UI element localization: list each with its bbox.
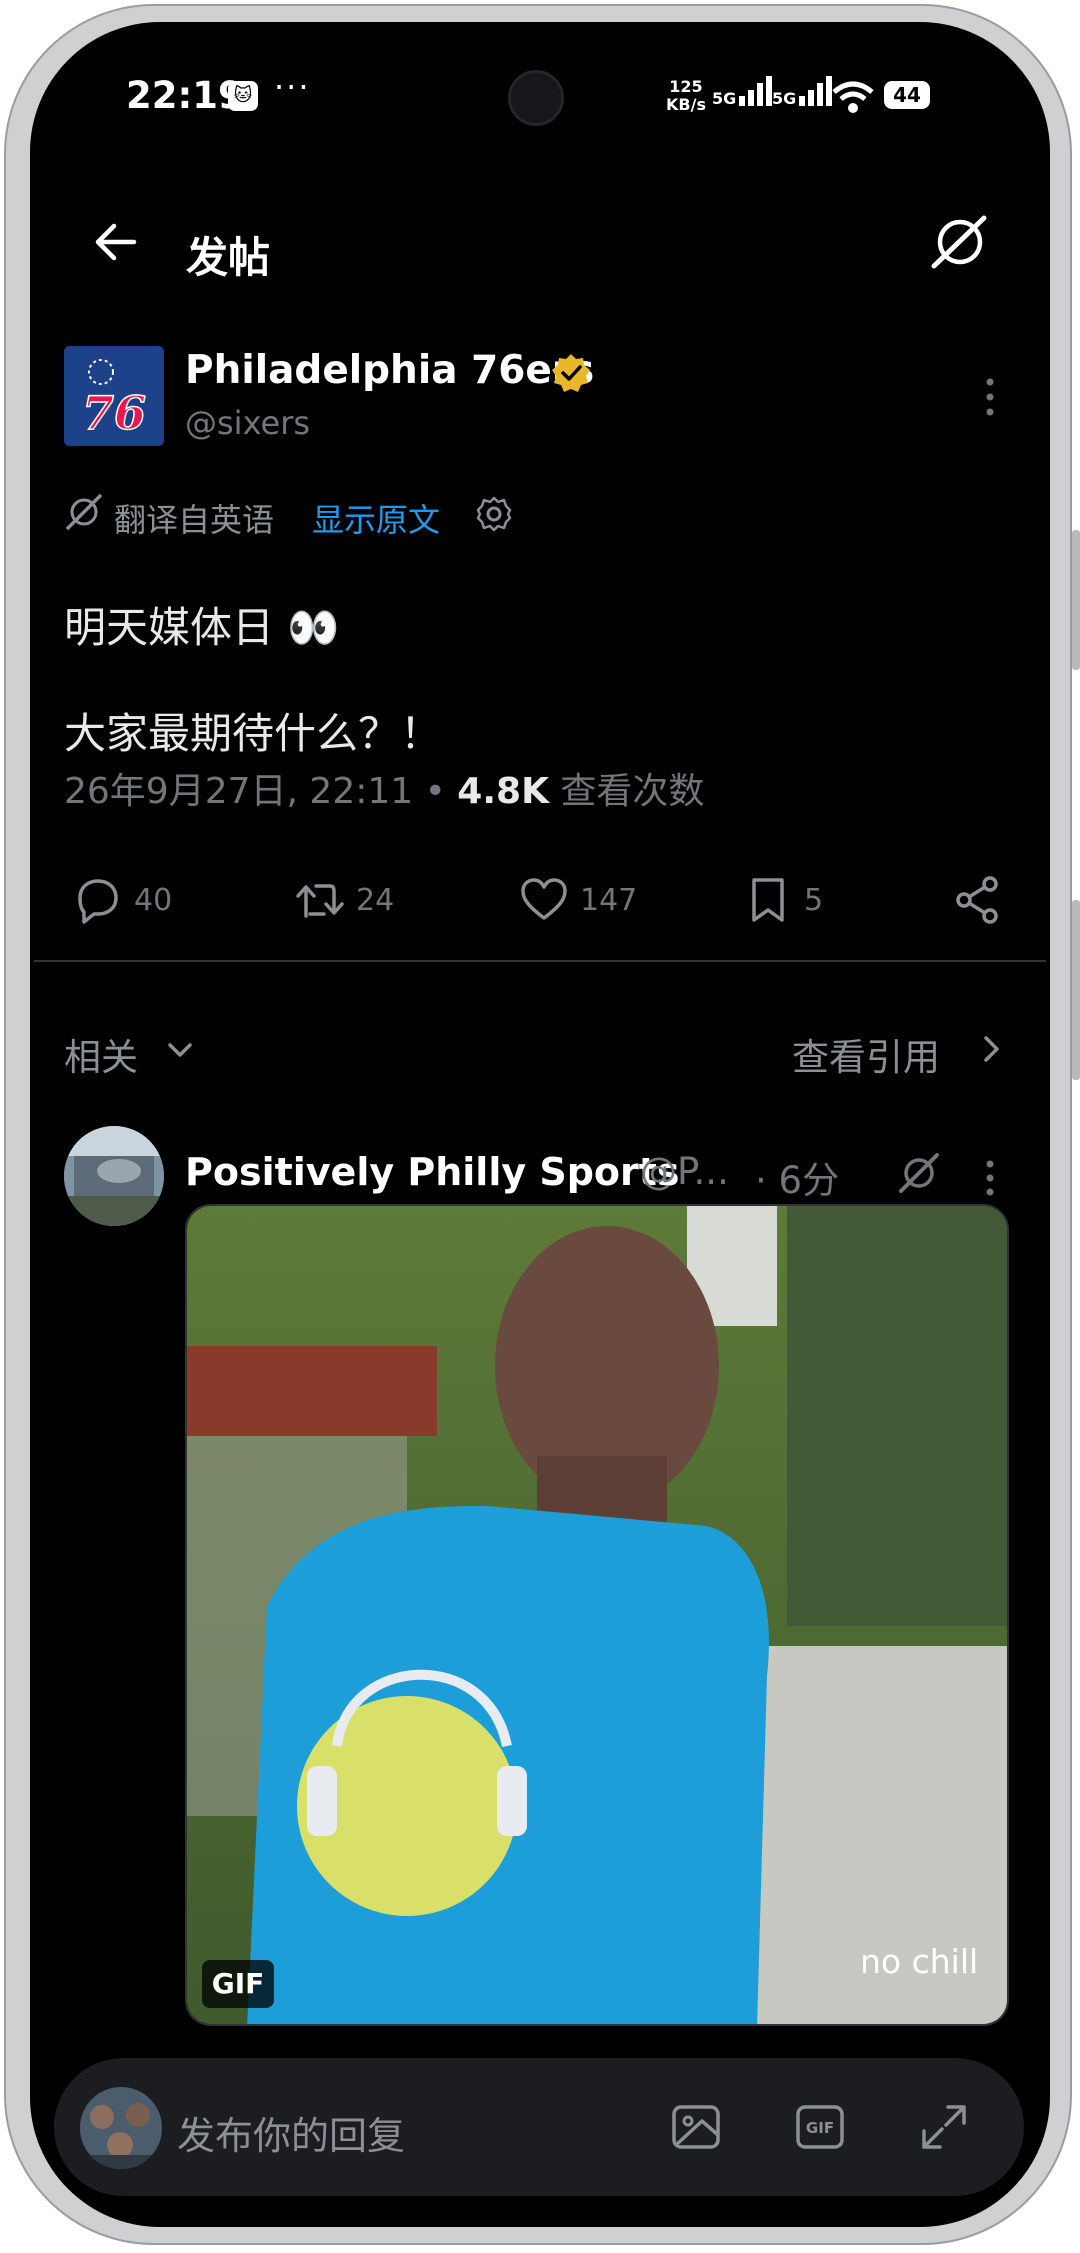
view-quotes-link[interactable]: 查看引用 bbox=[792, 1027, 940, 1081]
speed-value: 125 bbox=[669, 77, 703, 96]
net-type-2: 5G bbox=[772, 89, 797, 108]
show-original-link[interactable]: 显示原文 bbox=[312, 495, 440, 541]
battery-indicator: 44 bbox=[884, 81, 930, 109]
arrow-left-icon[interactable] bbox=[86, 212, 146, 272]
net-type-1: 5G bbox=[712, 89, 737, 108]
like-button[interactable]: 147 bbox=[516, 864, 637, 936]
reply-input[interactable]: 发布你的回复 bbox=[177, 2105, 405, 2160]
signal-1: 5G bbox=[712, 74, 773, 108]
network-speed: 125 KB/s bbox=[666, 78, 706, 114]
user-avatar-photo bbox=[80, 2087, 162, 2169]
sixers-logo-icon: 76 bbox=[64, 346, 164, 446]
related-filter[interactable]: 相关 bbox=[64, 1027, 138, 1081]
reply-author-name[interactable]: Positively Philly Sports bbox=[185, 1150, 680, 1194]
action-bar: 40 24 147 5 bbox=[30, 864, 1050, 936]
stadium-photo bbox=[64, 1126, 164, 1226]
reply-time: · 6分 bbox=[755, 1159, 840, 1202]
bookmark-button[interactable]: 5 bbox=[740, 864, 823, 936]
post-timestamp: 26年9月27日, 22:11 bbox=[64, 771, 414, 812]
post-text-line-2: 大家最期待什么？！ bbox=[64, 709, 443, 758]
reply-author-handle[interactable]: @P... bbox=[640, 1150, 729, 1193]
repost-button[interactable]: 24 bbox=[292, 864, 394, 936]
chevron-down-icon[interactable] bbox=[164, 1034, 196, 1066]
status-more: ··· bbox=[274, 68, 311, 106]
signal-2: 5G bbox=[772, 74, 833, 108]
expand-icon[interactable] bbox=[916, 2099, 972, 2155]
views-label: 查看次数 bbox=[560, 771, 705, 812]
volume-button bbox=[1072, 900, 1080, 1080]
reply-icon bbox=[78, 879, 118, 924]
chevron-right-icon[interactable] bbox=[974, 1030, 1008, 1068]
page-title: 发帖 bbox=[186, 233, 271, 282]
grok-icon[interactable] bbox=[896, 1150, 942, 1196]
post-meta: 26年9月27日, 22:11 • 4.8K 查看次数 bbox=[64, 762, 704, 814]
cat-app-icon: 🐱 bbox=[228, 81, 258, 111]
share-button[interactable] bbox=[950, 864, 1006, 936]
wifi-icon bbox=[832, 81, 874, 113]
verified-badge-icon bbox=[552, 354, 590, 392]
author-handle[interactable]: @sixers bbox=[185, 404, 310, 442]
signal-bars-icon bbox=[739, 76, 773, 106]
front-camera bbox=[508, 70, 564, 126]
svg-text:GIF: GIF bbox=[806, 2119, 834, 2137]
screen: 22:19 🐱 ··· 125 KB/s 5G 5G 44 发帖 76 Phil… bbox=[30, 22, 1050, 2227]
more-options-icon[interactable] bbox=[982, 372, 998, 422]
reply-count: 40 bbox=[134, 882, 173, 918]
author-name[interactable]: Philadelphia 76ers bbox=[185, 348, 594, 393]
divider bbox=[34, 960, 1046, 962]
gif-badge: GIF bbox=[202, 1960, 274, 2008]
status-time: 22:19 bbox=[126, 74, 244, 117]
avatar-text: 76 bbox=[82, 386, 146, 440]
gear-icon[interactable] bbox=[474, 494, 514, 534]
grok-translate-icon bbox=[66, 494, 102, 530]
more-options-icon[interactable] bbox=[982, 1156, 998, 1200]
like-count: 147 bbox=[580, 882, 638, 918]
avatar bbox=[80, 2087, 162, 2169]
post-text-line-1: 明天媒体日 👀 bbox=[64, 603, 340, 652]
share-icon bbox=[956, 876, 998, 924]
translated-label: 翻译自英语 bbox=[114, 501, 275, 539]
gif-icon[interactable]: GIF bbox=[792, 2099, 848, 2155]
gif-caption: no chill bbox=[860, 1942, 979, 1981]
bookmark-count: 5 bbox=[804, 882, 824, 918]
image-icon[interactable] bbox=[668, 2099, 724, 2155]
heart-icon bbox=[521, 878, 567, 920]
grok-icon[interactable] bbox=[928, 210, 992, 274]
speed-unit: KB/s bbox=[666, 95, 706, 114]
repost-count: 24 bbox=[356, 882, 395, 918]
meta-separator: • bbox=[424, 771, 446, 812]
reply-author-avatar[interactable] bbox=[64, 1126, 164, 1226]
views-count: 4.8K bbox=[457, 771, 549, 812]
gif-media[interactable] bbox=[185, 1204, 1009, 2026]
repost-icon bbox=[296, 884, 344, 918]
signal-bars-icon bbox=[799, 76, 833, 106]
avatar[interactable]: 76 bbox=[64, 346, 164, 446]
gif-frame bbox=[187, 1206, 1007, 2024]
bookmark-icon bbox=[752, 878, 784, 922]
power-button bbox=[1072, 530, 1080, 670]
reply-button[interactable]: 40 bbox=[70, 864, 172, 936]
